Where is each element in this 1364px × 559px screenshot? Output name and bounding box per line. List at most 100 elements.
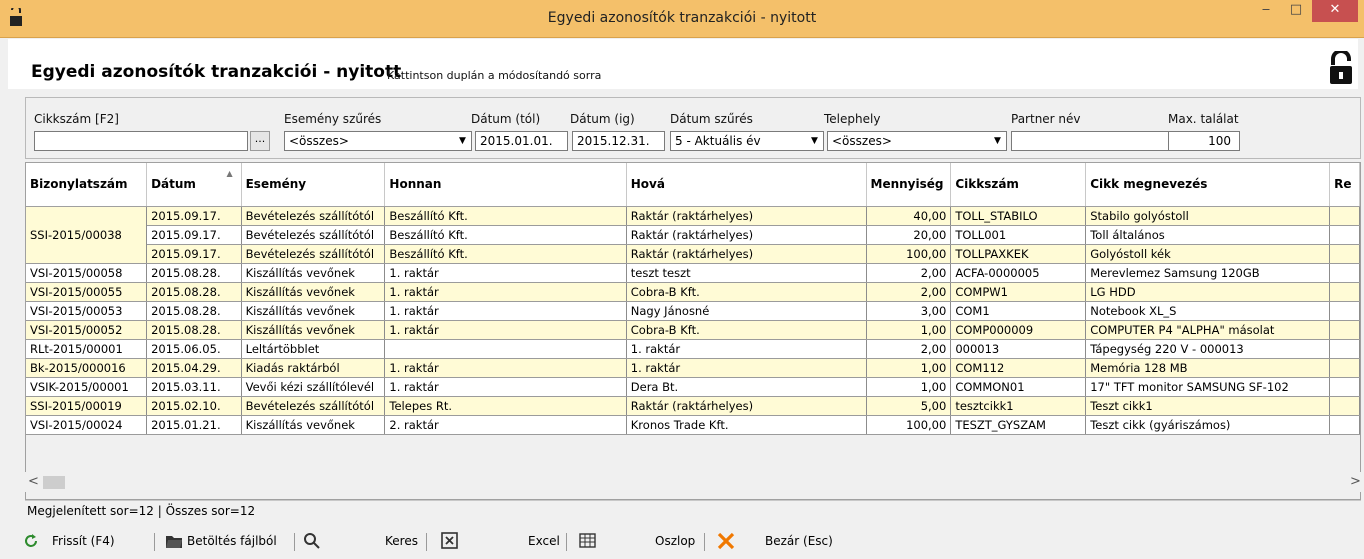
cell-mennyiseg: 40,00 [866,206,952,226]
cell-cikkszam: TOLLPAXKEK [950,244,1087,264]
toolbar-divider [294,533,295,551]
cell-cikkszam: 000013 [950,339,1087,359]
cell-cikkszam: TESZT_GYSZAM [950,415,1087,435]
cell-mennyiseg: 2,00 [866,339,952,359]
cell-bizonylatszam: VSI-2015/00053 [26,301,148,321]
cell-cikk-megnevezes: 17" TFT monitor SAMSUNG SF-102 [1085,377,1331,397]
col-header-esemeny[interactable]: Esemény [241,163,386,207]
page-header: Egyedi azonosítók tranzakciói - nyitott … [8,39,1358,89]
cell-esemeny: Leltártöbblet [241,339,386,359]
col-header-mennyiseg[interactable]: Mennyiség [866,163,952,207]
col-header-honnan[interactable]: Honnan [384,163,627,207]
folder-open-icon[interactable] [165,532,183,550]
excel-icon[interactable] [441,532,459,550]
toolbar-divider [154,533,155,551]
col-header-cikkszam[interactable]: Cikkszám [950,163,1087,207]
table-row[interactable]: 2015.09.17. Bevételezés szállítótól Beszál… [26,244,1360,264]
col-header-hova[interactable]: Hová [626,163,867,207]
cell-esemeny: Kiszállítás vevőnek [241,263,386,283]
table-row[interactable]: VSIK-2015/00001 2015.03.11. Vevői kézi szá… [26,377,1360,397]
partner-input[interactable] [1011,131,1175,151]
cell-cikkszam: COM112 [950,358,1087,378]
table-row[interactable]: SSI-2015/00019 2015.02.10. Bevételezés szá… [26,396,1360,416]
horizontal-scrollbar[interactable]: < > [25,472,1361,492]
datum-tol-input[interactable]: 2015.01.01. [475,131,568,151]
excel-button[interactable]: Excel [528,534,560,548]
table-row[interactable]: RLt-2015/00001 2015.06.05. Leltártöbblet 1.… [26,339,1360,359]
search-button[interactable]: Keres [385,534,418,548]
cell-re [1329,263,1360,283]
scroll-left-icon[interactable]: < [28,474,39,489]
cell-re [1329,377,1360,397]
cell-cikkszam: COMPW1 [950,282,1087,302]
cell-cikkszam: TOLL_STABILO [950,206,1087,226]
table-row[interactable]: SSI-2015/00038 2015.09.17. Bevételezés szá… [26,206,1360,264]
table-row[interactable]: Bk-2015/000016 2015.04.29. Kiadás raktárbó… [26,358,1360,378]
cell-honnan [384,339,627,359]
table-row[interactable]: VSI-2015/00055 2015.08.28. Kiszállítás vev… [26,282,1360,302]
table-row[interactable]: VSI-2015/00052 2015.08.28. Kiszállítás vev… [26,320,1360,340]
refresh-button[interactable]: Frissít (F4) [52,534,115,548]
scroll-thumb[interactable] [43,476,65,489]
window-titlebar[interactable]: Egyedi azonosítók tranzakciói - nyitott … [0,0,1364,38]
col-header-datum[interactable]: Dátum ▲ [146,163,242,207]
cell-cikk-megnevezes: LG HDD [1085,282,1331,302]
col-header-cikk-megnevezes[interactable]: Cikk megnevezés [1085,163,1331,207]
cell-bizonylatszam: VSIK-2015/00001 [26,377,148,397]
esemeny-filter-select[interactable]: <összes> ▼ [284,131,472,151]
cell-hova: Raktár (raktárhelyes) [626,244,867,264]
datum-tol-label: Dátum (tól) [471,112,541,126]
toolbar-divider [704,533,705,551]
cell-hova: teszt teszt [626,263,867,283]
col-header-re[interactable]: Re [1329,163,1360,207]
table-row[interactable]: 2015.09.17. Bevételezés szállítótól Beszál… [26,225,1360,245]
cell-re [1329,339,1360,359]
cell-hova: Cobra-B Kft. [626,282,867,302]
cell-honnan: Telepes Rt. [384,396,627,416]
table-columns-icon[interactable] [579,532,597,550]
max-talalat-input[interactable]: 100 [1168,131,1240,151]
cikkszam-input[interactable] [34,131,248,151]
esemeny-filter-value: <összes> [289,134,349,148]
close-icon[interactable] [717,532,735,550]
unlocked-padlock-icon[interactable] [1328,51,1354,85]
cell-cikk-megnevezes: Notebook XL_S [1085,301,1331,321]
cell-mennyiseg: 3,00 [866,301,952,321]
refresh-icon[interactable] [22,532,40,550]
telephely-label: Telephely [824,112,881,126]
cell-cikk-megnevezes: Stabilo golyóstoll [1085,206,1331,226]
table-row[interactable]: VSI-2015/00058 2015.08.28. Kiszállítás vev… [26,263,1360,283]
cell-bizonylatszam: Bk-2015/000016 [26,358,148,378]
close-button[interactable]: Bezár (Esc) [765,534,833,548]
scroll-right-icon[interactable]: > [1350,474,1361,489]
close-window-button[interactable]: ✕ [1312,0,1358,22]
cell-datum: 2015.08.28. [146,320,242,340]
datum-ig-input[interactable]: 2015.12.31. [572,131,665,151]
search-icon[interactable] [303,532,321,550]
transactions-grid[interactable]: Bizonylatszám Dátum ▲ Esemény Honnan Hov… [25,162,1361,500]
cell-esemeny: Kiadás raktárból [241,358,386,378]
table-row[interactable]: VSI-2015/00024 2015.01.21. Kiszállítás vev… [26,415,1360,435]
column-button[interactable]: Oszlop [655,534,695,548]
cell-cikk-megnevezes: Toll általános [1085,225,1331,245]
cell-hova: 1. raktár [626,358,867,378]
minimize-button[interactable]: ‒ [1252,0,1280,22]
cell-datum: 2015.09.17. [146,244,242,264]
cell-mennyiseg: 100,00 [866,415,952,435]
cell-honnan: 2. raktár [384,415,627,435]
status-bar: Megjelenített sor=12 | Összes sor=12 [25,500,1361,521]
esemeny-filter-label: Esemény szűrés [284,112,382,126]
load-from-file-button[interactable]: Betöltés fájlból [187,534,277,548]
table-row[interactable]: VSI-2015/00053 2015.08.28. Kiszállítás vev… [26,301,1360,321]
telephely-select[interactable]: <összes> ▼ [827,131,1007,151]
cell-mennyiseg: 5,00 [866,396,952,416]
datum-szures-select[interactable]: 5 - Aktuális év ▼ [670,131,824,151]
sort-ascending-icon: ▲ [226,169,233,178]
cell-honnan: Beszállító Kft. [384,244,627,264]
cell-cikkszam: tesztcikk1 [950,396,1087,416]
cell-hova: Nagy Jánosné [626,301,867,321]
maximize-button[interactable]: □ [1282,0,1310,22]
col-header-bizonylatszam[interactable]: Bizonylatszám [26,163,148,207]
cell-hova: Dera Bt. [626,377,867,397]
cikkszam-browse-button[interactable]: ... [250,131,270,151]
